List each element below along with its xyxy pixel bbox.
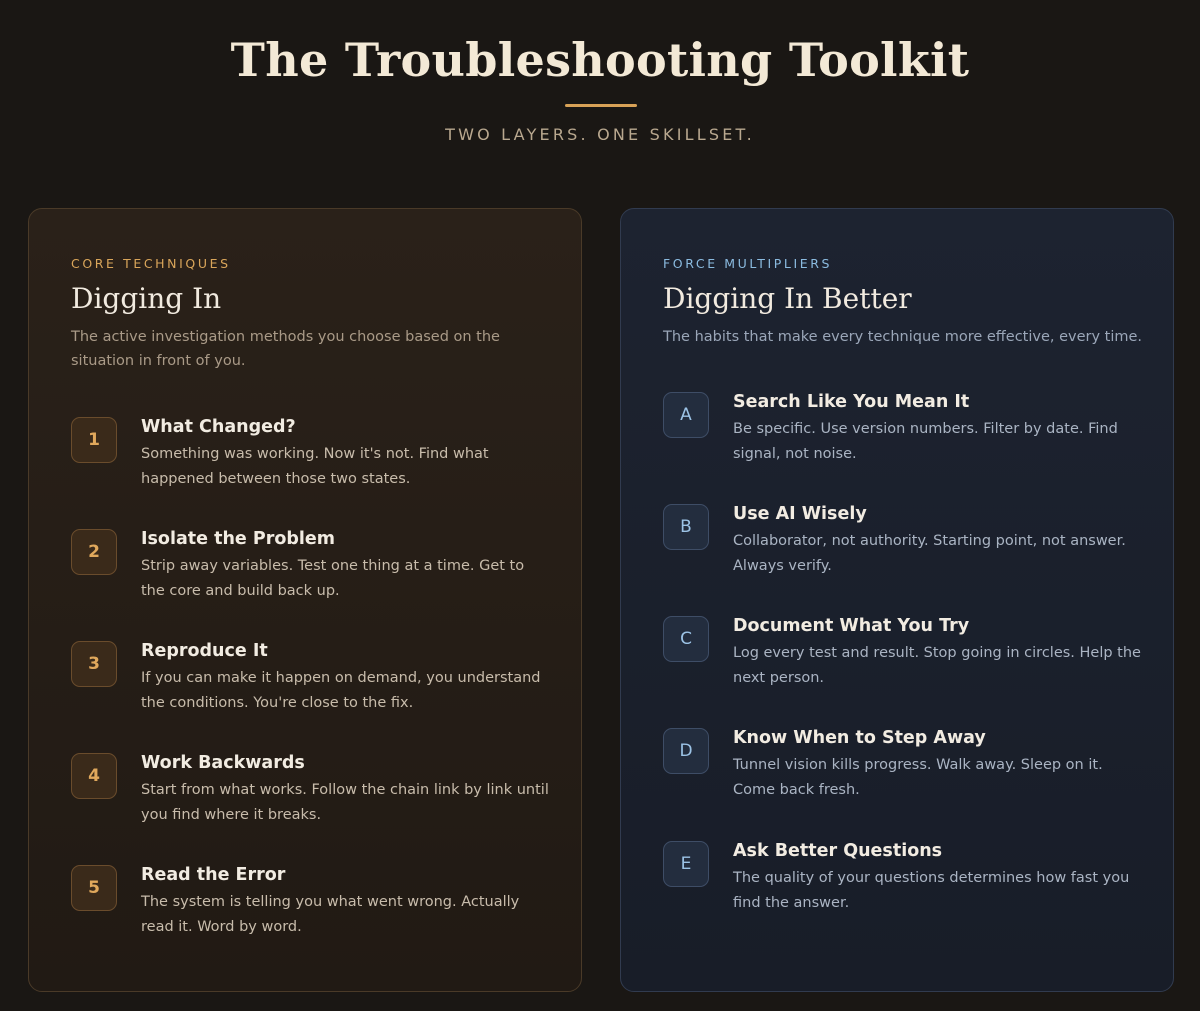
item-title: Reproduce It <box>141 641 268 661</box>
item-title: Know When to Step Away <box>733 728 986 748</box>
item-title: Ask Better Questions <box>733 841 943 861</box>
title-divider <box>565 104 637 107</box>
card-description: The habits that make every technique mor… <box>663 329 1143 345</box>
item-description: Start from what works. Follow the chain … <box>141 782 549 823</box>
force-multipliers-card: FORCE MULTIPLIERS Digging In Better The … <box>620 208 1174 992</box>
number-badge: 4 <box>71 753 117 799</box>
technique-item: 5 Read the Error The system is telling y… <box>71 865 551 955</box>
item-title: Isolate the Problem <box>141 529 335 549</box>
item-description: If you can make it happen on demand, you… <box>141 670 541 711</box>
card-title: Digging In <box>71 282 222 315</box>
item-description: The system is telling you what went wron… <box>141 894 520 935</box>
card-eyebrow: CORE TECHNIQUES <box>71 256 231 271</box>
item-title: Document What You Try <box>733 616 970 636</box>
number-badge: 1 <box>71 417 117 463</box>
number-badge: 5 <box>71 865 117 911</box>
item-title: Work Backwards <box>141 753 305 773</box>
technique-item: 3 Reproduce It If you can make it happen… <box>71 641 551 731</box>
item-description: Collaborator, not authority. Starting po… <box>733 533 1126 574</box>
item-description: Log every test and result. Stop going in… <box>733 645 1141 686</box>
multiplier-item: B Use AI Wisely Collaborator, not author… <box>663 504 1143 594</box>
item-title: Read the Error <box>141 865 286 885</box>
letter-badge: C <box>663 616 709 662</box>
item-title: Use AI Wisely <box>733 504 867 524</box>
card-description: The active investigation methods you cho… <box>71 329 500 369</box>
technique-item: 4 Work Backwards Start from what works. … <box>71 753 551 843</box>
multiplier-item: D Know When to Step Away Tunnel vision k… <box>663 728 1143 818</box>
page-title: The Troubleshooting Toolkit <box>230 33 970 87</box>
item-description: Something was working. Now it's not. Fin… <box>141 446 489 487</box>
item-description: Tunnel vision kills progress. Walk away.… <box>733 757 1103 798</box>
page-subtitle: TWO LAYERS. ONE SKILLSET. <box>445 125 755 144</box>
technique-item: 1 What Changed? Something was working. N… <box>71 417 551 507</box>
technique-item: 2 Isolate the Problem Strip away variabl… <box>71 529 551 619</box>
multiplier-item: C Document What You Try Log every test a… <box>663 616 1143 706</box>
item-title: What Changed? <box>141 417 296 437</box>
letter-badge: A <box>663 392 709 438</box>
page: The Troubleshooting Toolkit TWO LAYERS. … <box>0 0 1200 1011</box>
number-badge: 3 <box>71 641 117 687</box>
multiplier-item: A Search Like You Mean It Be specific. U… <box>663 392 1143 482</box>
item-title: Search Like You Mean It <box>733 392 970 412</box>
core-techniques-card: CORE TECHNIQUES Digging In The active in… <box>28 208 582 992</box>
multiplier-item: E Ask Better Questions The quality of yo… <box>663 841 1143 931</box>
number-badge: 2 <box>71 529 117 575</box>
item-description: Be specific. Use version numbers. Filter… <box>733 421 1118 462</box>
letter-badge: E <box>663 841 709 887</box>
card-title: Digging In Better <box>663 282 912 315</box>
card-eyebrow: FORCE MULTIPLIERS <box>663 256 833 271</box>
item-description: Strip away variables. Test one thing at … <box>141 558 525 599</box>
letter-badge: D <box>663 728 709 774</box>
letter-badge: B <box>663 504 709 550</box>
item-description: The quality of your questions determines… <box>733 870 1130 911</box>
